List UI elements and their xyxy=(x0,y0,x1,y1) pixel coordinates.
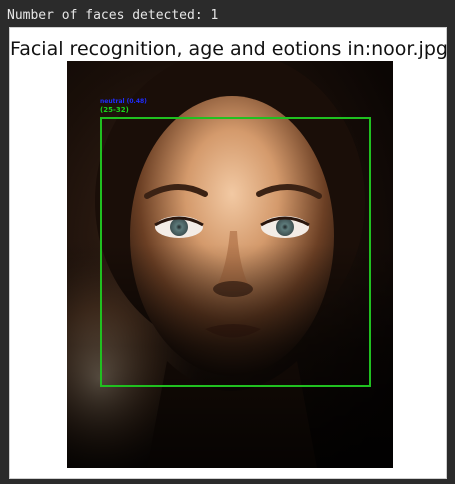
matplotlib-figure: Facial recognition, age and eotions in:n… xyxy=(9,27,448,479)
stdout-text: Number of faces detected: 1 xyxy=(7,8,219,23)
face-bounding-box xyxy=(100,117,371,387)
figure-title: Facial recognition, age and eotions in:n… xyxy=(10,38,448,60)
emotion-label: neutral (0.48) xyxy=(100,98,147,105)
age-label: (25-32) xyxy=(100,106,129,114)
notebook-output-area: Number of faces detected: 1 Facial recog… xyxy=(0,0,455,484)
face-photo: neutral (0.48) (25-32) xyxy=(67,61,393,468)
